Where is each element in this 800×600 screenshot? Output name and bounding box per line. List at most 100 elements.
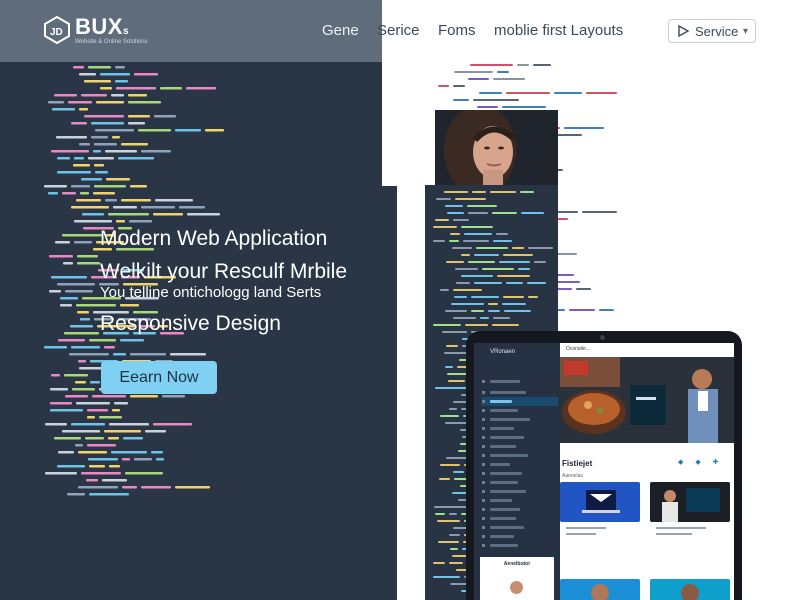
sidebar-item[interactable] — [482, 514, 558, 523]
profile-card-title: Aenelbutor — [503, 561, 531, 567]
nav-foms[interactable]: Foms — [438, 22, 476, 39]
section-title: Fistiejet — [562, 459, 593, 468]
portrait-photo — [435, 110, 558, 185]
sidebar-item-label — [490, 472, 522, 475]
sidebar-item[interactable] — [482, 469, 558, 478]
sidebar-item-label — [490, 454, 528, 457]
sidebar-item-label — [490, 463, 510, 466]
laptop-email-image — [582, 490, 620, 513]
service-button[interactable]: Service ▾ — [668, 19, 756, 43]
sidebar-item-label — [490, 418, 530, 421]
bullet-icon — [482, 535, 485, 538]
tablet-mockup: VRonaen Aenelbutor Oconstle... Fistiejet… — [466, 331, 742, 600]
content-card[interactable] — [650, 482, 730, 522]
bullet-icon — [482, 427, 485, 430]
sidebar-item[interactable] — [482, 424, 558, 433]
bullet-icon — [482, 499, 485, 502]
nav-mobile-first-layouts[interactable]: moblie first Layouts — [494, 22, 623, 39]
sidebar-item[interactable] — [482, 460, 558, 469]
sidebar-item[interactable] — [482, 541, 558, 550]
sidebar-profile-card[interactable]: Aenelbutor — [480, 557, 554, 600]
bullet-icon — [482, 380, 485, 383]
sidebar-item-label — [490, 508, 520, 511]
bullet-icon — [482, 391, 485, 394]
sidebar-item[interactable] — [482, 406, 558, 415]
sidebar-item[interactable] — [482, 523, 558, 532]
bullet-icon — [482, 400, 485, 403]
card-caption — [566, 533, 596, 535]
bullet-icon — [482, 481, 485, 484]
presentation-image — [662, 488, 720, 522]
sidebar-item[interactable] — [482, 415, 558, 424]
card-caption — [656, 533, 692, 535]
sidebar-item-label — [490, 517, 516, 520]
sidebar-item[interactable] — [482, 532, 558, 541]
banner-photo — [560, 357, 734, 443]
sidebar-item-label — [490, 400, 512, 403]
bullet-icon — [482, 490, 485, 493]
bullet-icon — [482, 409, 485, 412]
woman-portrait-image — [435, 110, 558, 185]
sidebar-item-label — [490, 427, 514, 430]
sidebar-item[interactable] — [482, 496, 558, 505]
avatar — [510, 581, 523, 594]
sidebar-item[interactable] — [482, 397, 558, 406]
hero-notch — [382, 62, 397, 186]
content-card[interactable] — [650, 579, 730, 600]
logo[interactable]: JD BUXs Website & Online Solutions — [44, 14, 184, 50]
nav-gene[interactable]: Gene — [322, 22, 359, 39]
sidebar-item[interactable] — [482, 433, 558, 442]
tablet-sidebar: VRonaen Aenelbutor — [474, 343, 560, 600]
learn-now-button[interactable]: Eearn Now — [101, 361, 217, 394]
header: JD BUXs Website & Online Solutions Gene … — [0, 0, 800, 62]
bullet-icon — [482, 463, 485, 466]
sidebar-item-label — [490, 544, 518, 547]
sidebar-item[interactable] — [482, 442, 558, 451]
bullet-icon — [482, 418, 485, 421]
tablet-screen: VRonaen Aenelbutor Oconstle... Fistiejet… — [474, 343, 734, 600]
bullet-icon — [482, 517, 485, 520]
card-caption — [566, 527, 606, 529]
bullet-icon — [482, 454, 485, 457]
hero-heading: Modern Web Application — [100, 227, 328, 250]
topbar-text: Oconstle... — [566, 346, 590, 352]
sidebar-item-label — [490, 391, 526, 394]
service-button-label: Service — [695, 24, 739, 39]
section-actions-icon[interactable]: ◆ ◆ ✚ — [678, 458, 724, 466]
sidebar-item-label — [490, 481, 518, 484]
hero-feature: Responsive Design — [100, 312, 281, 335]
content-card[interactable] — [560, 579, 640, 600]
hero-section: Modern Web Application Welkilt your Resc… — [0, 62, 397, 600]
bullet-icon — [482, 526, 485, 529]
sidebar-item-label — [490, 490, 526, 493]
svg-text:JD: JD — [50, 27, 63, 38]
logo-text: BUXs — [75, 14, 130, 39]
bullet-icon — [482, 508, 485, 511]
play-icon — [678, 25, 689, 37]
sidebar-item[interactable] — [482, 478, 558, 487]
hero-subheading: Welkilt your Resculf Mrbile — [100, 260, 348, 283]
sidebar-item[interactable] — [482, 505, 558, 514]
sidebar-item[interactable] — [482, 451, 558, 460]
chevron-down-icon: ▾ — [743, 26, 749, 37]
nav-serice[interactable]: Serice — [377, 22, 420, 39]
sidebar-item[interactable] — [482, 487, 558, 496]
sidebar-item-label — [490, 499, 512, 502]
tablet-topbar: Oconstle... — [560, 343, 734, 357]
camera-icon — [600, 335, 605, 340]
bullet-icon — [482, 472, 485, 475]
card-caption — [656, 527, 706, 529]
content-card[interactable] — [560, 482, 640, 522]
sidebar-item[interactable] — [482, 388, 558, 397]
sidebar-item[interactable] — [482, 377, 558, 386]
sidebar-item-label — [490, 380, 520, 383]
tablet-main: Oconstle... Fistiejet ◆ ◆ ✚ Aaenelas — [560, 343, 734, 600]
sidebar-item-label — [490, 409, 518, 412]
sidebar-title: VRonaen — [490, 349, 516, 355]
hero-banner-image[interactable] — [560, 357, 734, 443]
hexagon-logo-icon: JD — [44, 16, 70, 44]
hero-description: You telline ontichologg land Serts — [100, 284, 322, 301]
person-image — [681, 584, 699, 600]
sidebar-item-label — [490, 535, 514, 538]
bullet-icon — [482, 436, 485, 439]
